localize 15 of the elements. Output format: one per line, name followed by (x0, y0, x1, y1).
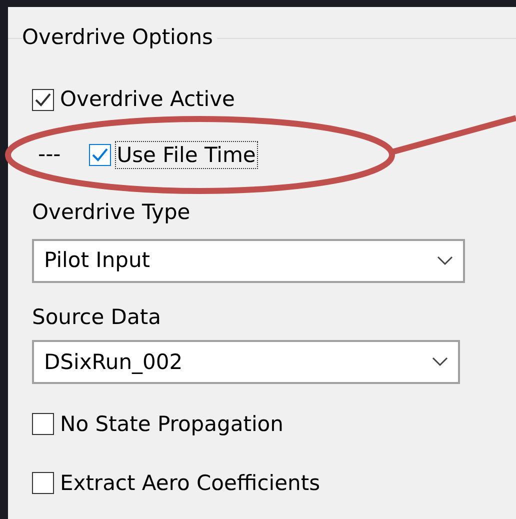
checkbox[interactable] (88, 144, 111, 166)
checkbox-label: Overdrive Active (60, 86, 235, 114)
checkbox[interactable] (32, 89, 54, 111)
chevron-down-icon (432, 357, 448, 368)
dropdown[interactable]: DSixRun_002 (32, 340, 460, 384)
dash-prefix: --- (38, 141, 61, 168)
checkbox[interactable] (32, 472, 54, 494)
checkbox[interactable] (32, 413, 54, 436)
checkbox-label: Extract Aero Coefficients (60, 470, 320, 497)
dropdown[interactable]: Pilot Input (32, 239, 465, 284)
checkbox-label: Use File Time (116, 142, 256, 168)
field-label: Source Data (32, 305, 161, 330)
chevron-down-icon (437, 256, 453, 266)
checkbox-label: No State Propagation (60, 410, 284, 438)
field-label: Overdrive Type (32, 200, 190, 224)
